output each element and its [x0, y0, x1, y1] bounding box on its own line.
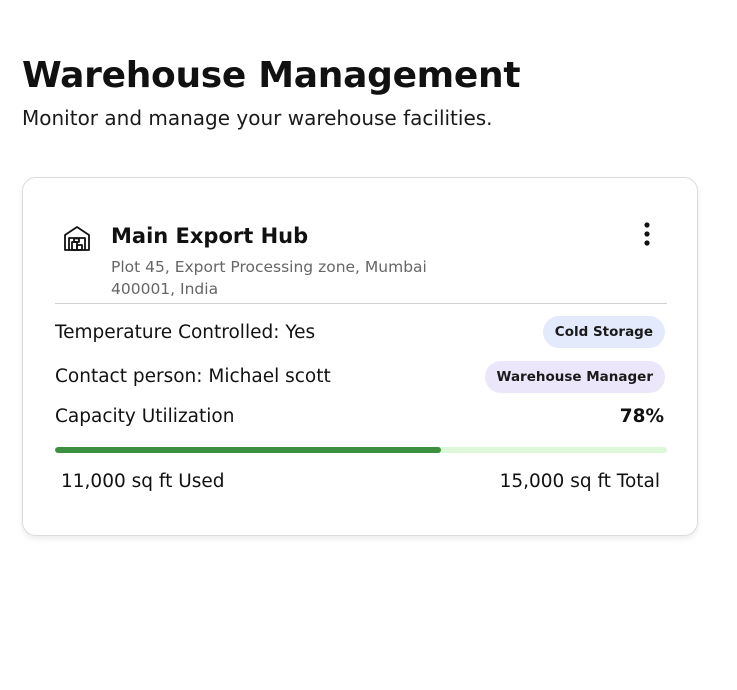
warehouse-manager-badge: Warehouse Manager [484, 361, 665, 393]
page-subtitle: Monitor and manage your warehouse facili… [22, 106, 493, 130]
warehouse-icon [64, 226, 90, 251]
used-space-label: 11,000 sq ft Used [61, 471, 225, 492]
warehouse-management-page: Warehouse Management Monitor and manage … [0, 0, 737, 690]
temperature-controlled-label: Temperature Controlled: Yes [55, 322, 316, 343]
capacity-percent: 78% [619, 406, 664, 427]
warehouse-address: Plot 45, Export Processing zone, Mumbai … [111, 258, 427, 298]
contact-person-label: Contact person: Michael scott [55, 366, 331, 387]
card-divider [55, 303, 667, 304]
capacity-utilization-label: Capacity Utilization [55, 406, 235, 427]
cold-storage-badge: Cold Storage [542, 316, 665, 348]
capacity-progress-bar [55, 447, 667, 453]
page-title: Warehouse Management [22, 55, 521, 96]
warehouse-name: Main Export Hub [111, 224, 309, 248]
total-space-label: 15,000 sq ft Total [499, 471, 660, 492]
more-options-button[interactable] [634, 218, 660, 252]
more-vertical-icon [644, 222, 650, 246]
warehouse-card[interactable]: Main Export Hub Plot 45, Export Processi… [22, 177, 698, 536]
capacity-progress-fill [55, 447, 441, 453]
